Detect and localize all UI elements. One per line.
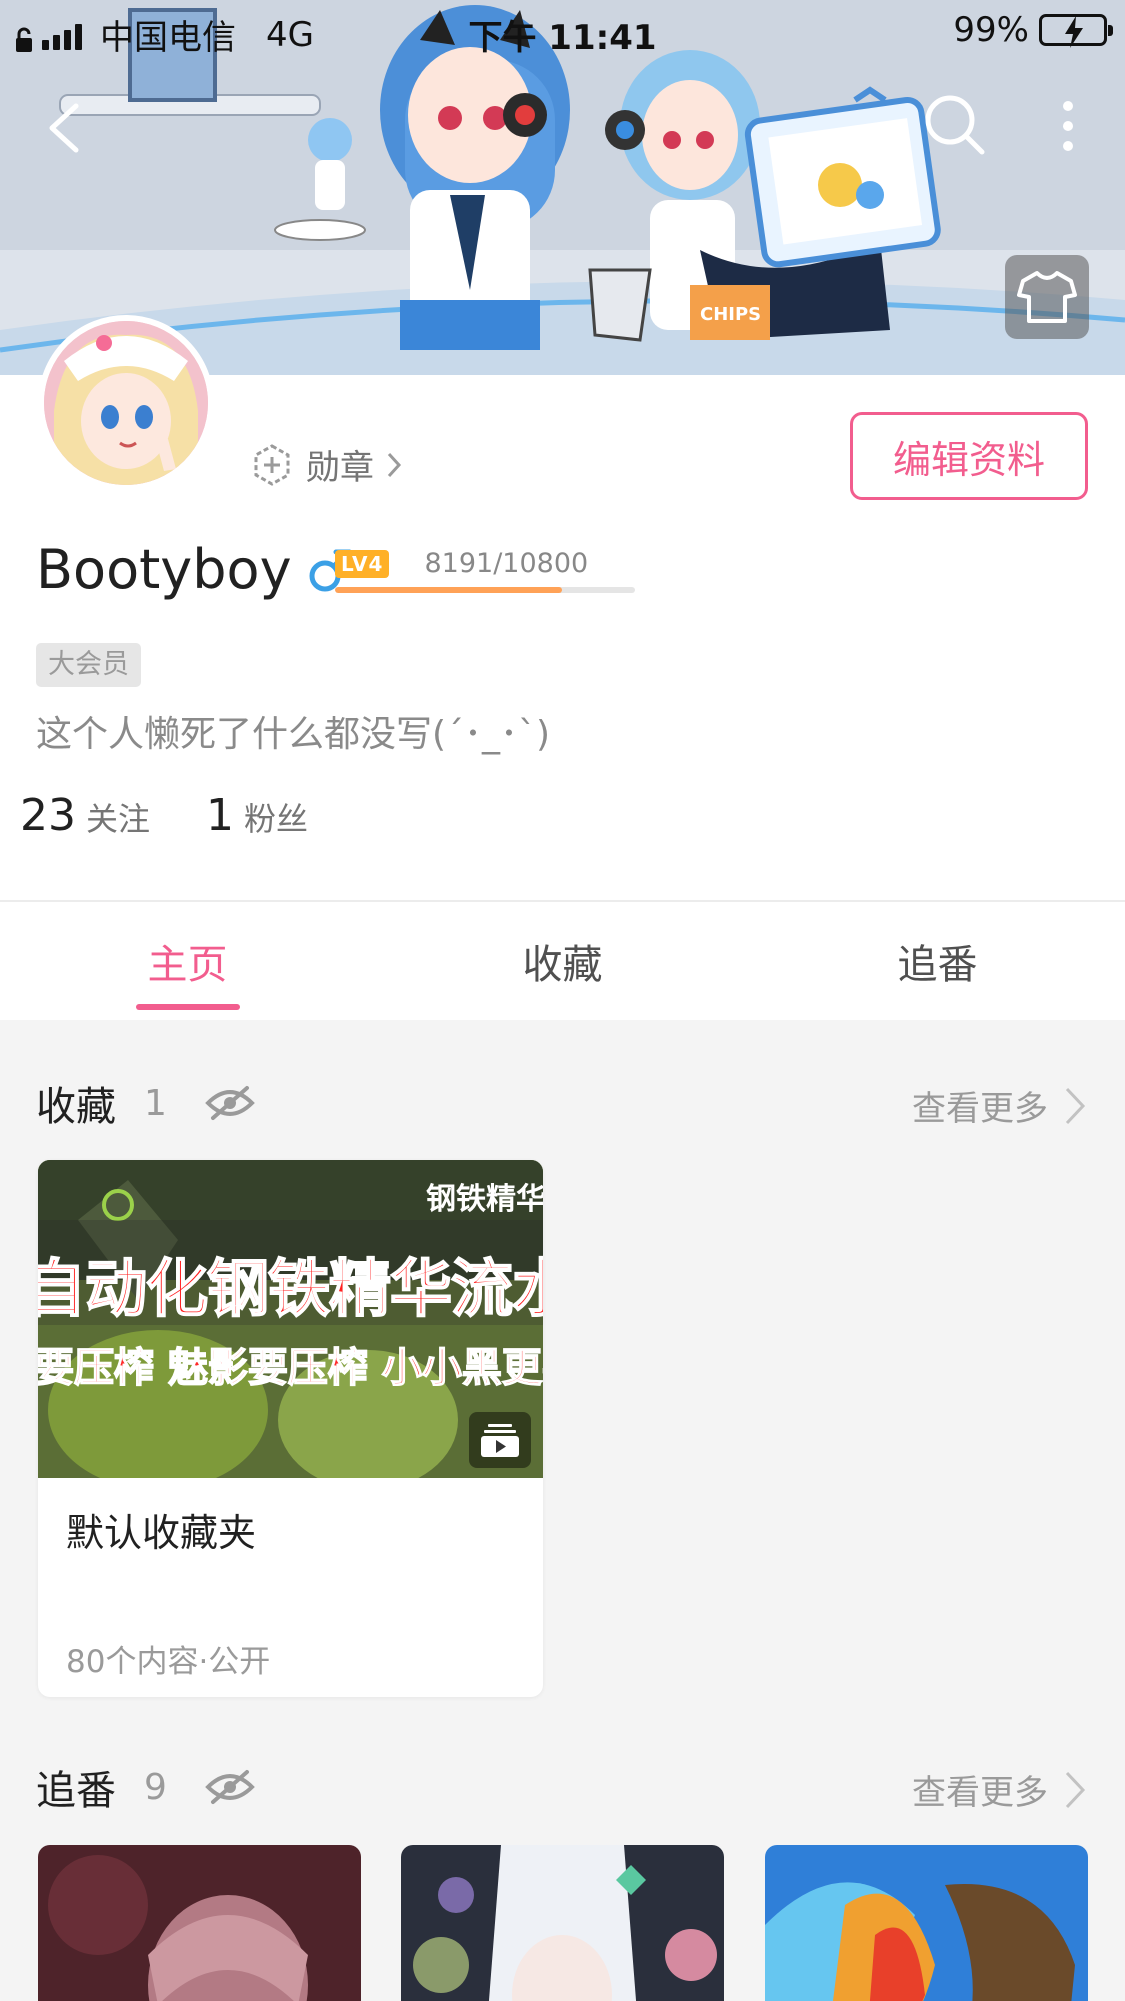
followers-label: 粉丝: [244, 800, 309, 838]
bangumi-cover: [401, 1845, 724, 2001]
back-button[interactable]: [40, 98, 90, 158]
video-collection-icon: [481, 1424, 519, 1457]
name-row: Bootyboy: [36, 538, 352, 601]
bangumi-title: 追番: [36, 1768, 116, 1814]
status-bar: 中国电信 4G 下午 11:41 99%: [0, 0, 1125, 62]
search-button[interactable]: [922, 92, 988, 158]
avatar[interactable]: [38, 315, 214, 491]
bangumi-list: [38, 1845, 1088, 2001]
search-icon: [925, 95, 985, 155]
more-vertical-icon: [1063, 101, 1073, 151]
level-indicator: LV4 8191/10800: [335, 548, 635, 593]
status-bar-right: 99%: [953, 10, 1113, 50]
thumbnail-caption-top: 钢铁精华: [426, 1182, 543, 1217]
profile-banner[interactable]: CHIPS 中国电信 4G 下午 11:41 99%: [0, 0, 1125, 375]
change-banner-button[interactable]: [1005, 255, 1089, 339]
bangumi-section-header: 追番 9 查看更多: [36, 1757, 1086, 1817]
chevron-left-icon: [49, 103, 79, 153]
bangumi-cover: [38, 1845, 361, 2001]
medal-link[interactable]: 勋章: [250, 440, 402, 489]
following-count: 23: [20, 790, 76, 841]
bangumi-card[interactable]: [38, 1845, 361, 2001]
bangumi-card[interactable]: [401, 1845, 724, 2001]
medal-label: 勋章: [306, 448, 374, 488]
following-stat[interactable]: 23 关注: [20, 790, 150, 841]
bangumi-more-label: 查看更多: [912, 1773, 1048, 1813]
exp-progress-fill: [335, 587, 563, 593]
svg-text:CHIPS: CHIPS: [700, 304, 761, 325]
more-button[interactable]: [1050, 96, 1086, 156]
favorite-folder-thumbnail: 钢铁精华 自动化钢铁精华流水 要压榨 魅影要压榨 小小黑更要: [38, 1160, 543, 1478]
thumbnail-caption-sub: 要压榨 魅影要压榨 小小黑更要: [38, 1344, 543, 1392]
favorites-title: 收藏: [36, 1084, 116, 1130]
follow-stats: 23 关注 1 粉丝: [20, 790, 364, 841]
following-label: 关注: [86, 800, 151, 838]
tab-home[interactable]: 主页: [0, 902, 375, 1020]
eye-off-icon[interactable]: [205, 1769, 255, 1805]
tab-favorites[interactable]: 收藏: [375, 902, 750, 1020]
medal-icon: [254, 443, 290, 486]
bangumi-count: 9: [144, 1766, 167, 1808]
thumbnail-caption-main: 自动化钢铁精华流水: [38, 1251, 543, 1326]
profile-tabs: 主页 收藏 追番: [0, 900, 1125, 1020]
chevron-right-icon: [1065, 1087, 1086, 1124]
bangumi-more-link[interactable]: 查看更多: [912, 1765, 1086, 1814]
favorites-count: 1: [144, 1082, 167, 1124]
level-badge: LV4: [335, 549, 390, 578]
edit-profile-button[interactable]: 编辑资料: [850, 412, 1088, 500]
bangumi-cover: [765, 1845, 1088, 2001]
chevron-right-icon: [1065, 1771, 1086, 1808]
favorite-folder-card[interactable]: 钢铁精华 自动化钢铁精华流水 要压榨 魅影要压榨 小小黑更要 默认收藏夹 80个…: [38, 1160, 543, 1697]
favorites-more-link[interactable]: 查看更多: [912, 1081, 1086, 1130]
eye-off-icon[interactable]: [205, 1085, 255, 1121]
favorite-folder-meta: 80个内容·公开: [66, 1644, 271, 1680]
chevron-right-icon: [387, 452, 402, 477]
vip-badge: 大会员: [36, 643, 141, 687]
bangumi-card[interactable]: [765, 1845, 1088, 2001]
favorites-more-label: 查看更多: [912, 1089, 1048, 1129]
avatar-image: [44, 321, 208, 485]
followers-count: 1: [206, 790, 235, 841]
followers-stat[interactable]: 1 粉丝: [206, 790, 308, 841]
video-collection-badge: [469, 1412, 531, 1468]
username: Bootyboy: [36, 538, 292, 601]
battery-percent: 99%: [953, 10, 1029, 50]
favorite-folder-name: 默认收藏夹: [66, 1511, 257, 1555]
tab-bangumi[interactable]: 追番: [750, 902, 1125, 1020]
exp-progress-bar: [335, 587, 635, 593]
tshirt-icon: [1017, 271, 1077, 323]
favorites-section-header: 收藏 1 查看更多: [36, 1073, 1086, 1133]
battery-icon: [1039, 14, 1113, 48]
exp-text: 8191/10800: [424, 548, 589, 579]
bio-text: 这个人懒死了什么都没写(´･_･`): [36, 714, 551, 755]
